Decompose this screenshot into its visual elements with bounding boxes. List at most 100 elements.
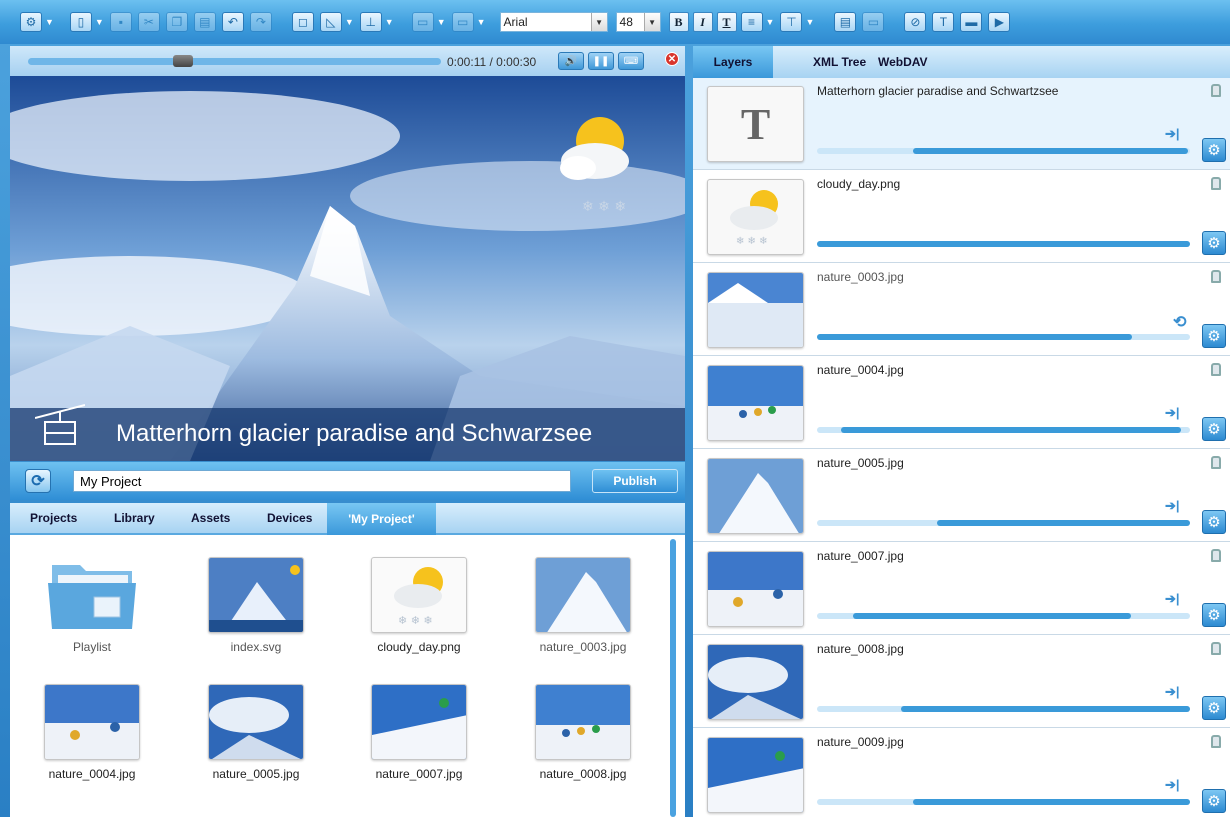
- paste-button[interactable]: ▤: [193, 10, 216, 34]
- pause-button[interactable]: ❚❚: [588, 52, 614, 70]
- lock-icon[interactable]: [1211, 270, 1221, 283]
- volume-button[interactable]: 🔊: [558, 52, 584, 70]
- save-button[interactable]: ▪: [109, 10, 132, 34]
- distribute-tool-button[interactable]: ⊥ ▼: [359, 10, 394, 34]
- close-preview-button[interactable]: ✕: [665, 52, 679, 66]
- loop-icon[interactable]: ⟲: [1173, 312, 1186, 332]
- font-size-select[interactable]: 48 ▼: [615, 12, 661, 32]
- tab-devices[interactable]: Devices: [267, 511, 312, 525]
- transition-arrow-icon[interactable]: ➔|: [1165, 498, 1180, 514]
- lock-icon[interactable]: [1211, 177, 1221, 190]
- layer-timeline-fill[interactable]: [817, 334, 1132, 340]
- arrange-button[interactable]: ▭ ▼: [411, 10, 446, 34]
- publish-button[interactable]: Publish: [592, 469, 678, 493]
- asset-item[interactable]: nature_0008.jpg: [528, 684, 638, 781]
- browser-scrollbar[interactable]: [670, 539, 676, 817]
- layer-timeline[interactable]: [817, 799, 1190, 805]
- transition-arrow-icon[interactable]: ➔|: [1165, 591, 1180, 607]
- new-document-button[interactable]: ▯ ▼: [69, 10, 104, 34]
- remove-layer-button[interactable]: ⊘: [904, 10, 927, 34]
- layer-timeline-fill[interactable]: [913, 799, 1190, 805]
- undo-button[interactable]: ↶: [221, 10, 244, 34]
- tab-xml-tree[interactable]: XML Tree: [813, 55, 866, 69]
- text-align-button[interactable]: ≡ ▼: [740, 10, 774, 34]
- asset-item[interactable]: ❄ ❄ ❄ cloudy_day.png: [364, 557, 474, 654]
- group-button[interactable]: ▭ ▼: [451, 10, 486, 34]
- layer-item[interactable]: nature_0008.jpg ➔| ⚙: [693, 636, 1230, 728]
- rectangle-tool-button[interactable]: ◻: [291, 10, 314, 34]
- layer-item[interactable]: nature_0005.jpg ➔| ⚙: [693, 450, 1230, 542]
- lock-icon[interactable]: [1211, 363, 1221, 376]
- transition-arrow-icon[interactable]: ➔|: [1165, 684, 1180, 700]
- layer-timeline-fill[interactable]: [841, 427, 1181, 433]
- project-name-input[interactable]: [73, 470, 571, 492]
- layer-timeline[interactable]: [817, 706, 1190, 712]
- align-tool-button[interactable]: ◺ ▼: [319, 10, 354, 34]
- refresh-button[interactable]: ⟳: [25, 469, 51, 493]
- layer-item[interactable]: nature_0009.jpg ➔| ⚙: [693, 729, 1230, 817]
- properties-button[interactable]: ▤: [834, 10, 857, 34]
- layer-item[interactable]: T Matterhorn glacier paradise and Schwar…: [693, 78, 1230, 170]
- keyboard-button[interactable]: ⌨: [618, 52, 644, 70]
- tab-webdav[interactable]: WebDAV: [878, 55, 928, 69]
- layer-settings-button[interactable]: ⚙: [1202, 696, 1226, 720]
- lock-icon[interactable]: [1211, 642, 1221, 655]
- preview-button[interactable]: ▭: [862, 10, 885, 34]
- settings-menu-button[interactable]: ⚙ ▼: [20, 10, 54, 34]
- layer-timeline-fill[interactable]: [853, 613, 1131, 619]
- asset-item[interactable]: nature_0007.jpg: [364, 684, 474, 781]
- tab-layers[interactable]: Layers: [693, 46, 773, 78]
- transition-arrow-icon[interactable]: ➔|: [1165, 405, 1180, 421]
- layer-timeline[interactable]: [817, 427, 1190, 433]
- lock-icon[interactable]: [1211, 549, 1221, 562]
- asset-item[interactable]: Playlist: [37, 557, 147, 654]
- layer-timeline[interactable]: [817, 613, 1190, 619]
- asset-item[interactable]: nature_0005.jpg: [201, 684, 311, 781]
- layer-timeline-fill[interactable]: [937, 520, 1190, 526]
- layer-settings-button[interactable]: ⚙: [1202, 603, 1226, 627]
- tab-projects[interactable]: Projects: [30, 511, 77, 525]
- transition-arrow-icon[interactable]: ➔|: [1165, 126, 1180, 142]
- layer-item[interactable]: nature_0007.jpg ➔| ⚙: [693, 543, 1230, 635]
- layer-timeline[interactable]: [817, 148, 1190, 154]
- layer-timeline[interactable]: [817, 520, 1190, 526]
- layer-item[interactable]: ❄ ❄ ❄ cloudy_day.png ⚙: [693, 171, 1230, 263]
- tab-library[interactable]: Library: [114, 511, 155, 525]
- asset-item[interactable]: index.svg: [201, 557, 311, 654]
- preview-canvas[interactable]: ❄ ❄ ❄ Matterhorn glacier paradise and Sc…: [10, 76, 685, 461]
- tab-my-project[interactable]: 'My Project': [327, 503, 436, 535]
- tab-assets[interactable]: Assets: [191, 511, 230, 525]
- layer-timeline[interactable]: [817, 241, 1190, 247]
- layer-timeline-fill[interactable]: [901, 706, 1190, 712]
- seek-handle[interactable]: [173, 55, 194, 67]
- lock-icon[interactable]: [1211, 84, 1221, 97]
- add-image-button[interactable]: ▬: [960, 10, 983, 34]
- asset-item[interactable]: nature_0004.jpg: [37, 684, 147, 781]
- layer-settings-button[interactable]: ⚙: [1202, 789, 1226, 813]
- vertical-align-button[interactable]: ⊤ ▼: [780, 10, 814, 34]
- layer-settings-button[interactable]: ⚙: [1202, 138, 1226, 162]
- lock-icon[interactable]: [1211, 456, 1221, 469]
- layer-item[interactable]: nature_0004.jpg ➔| ⚙: [693, 357, 1230, 449]
- layer-timeline-fill[interactable]: [817, 241, 1190, 247]
- layer-settings-button[interactable]: ⚙: [1202, 417, 1226, 441]
- seek-bar[interactable]: [28, 55, 441, 67]
- redo-button[interactable]: ↷: [249, 10, 272, 34]
- lock-icon[interactable]: [1211, 735, 1221, 748]
- add-video-button[interactable]: ▶: [988, 10, 1011, 34]
- add-text-button[interactable]: T: [932, 10, 955, 34]
- layer-settings-button[interactable]: ⚙: [1202, 324, 1226, 348]
- layer-settings-button[interactable]: ⚙: [1202, 510, 1226, 534]
- layer-settings-button[interactable]: ⚙: [1202, 231, 1226, 255]
- underline-button[interactable]: T: [716, 12, 737, 32]
- layer-timeline-fill[interactable]: [913, 148, 1188, 154]
- italic-button[interactable]: I: [692, 12, 713, 32]
- font-family-select[interactable]: Arial ▼: [499, 12, 608, 32]
- bold-button[interactable]: B: [668, 12, 689, 32]
- transition-arrow-icon[interactable]: ➔|: [1165, 777, 1180, 793]
- copy-button[interactable]: ❐: [165, 10, 188, 34]
- asset-item[interactable]: nature_0003.jpg: [528, 557, 638, 654]
- cut-button[interactable]: ✂: [137, 10, 160, 34]
- layer-item[interactable]: nature_0003.jpg ⟲ ⚙: [693, 264, 1230, 356]
- layer-timeline[interactable]: [817, 334, 1190, 340]
